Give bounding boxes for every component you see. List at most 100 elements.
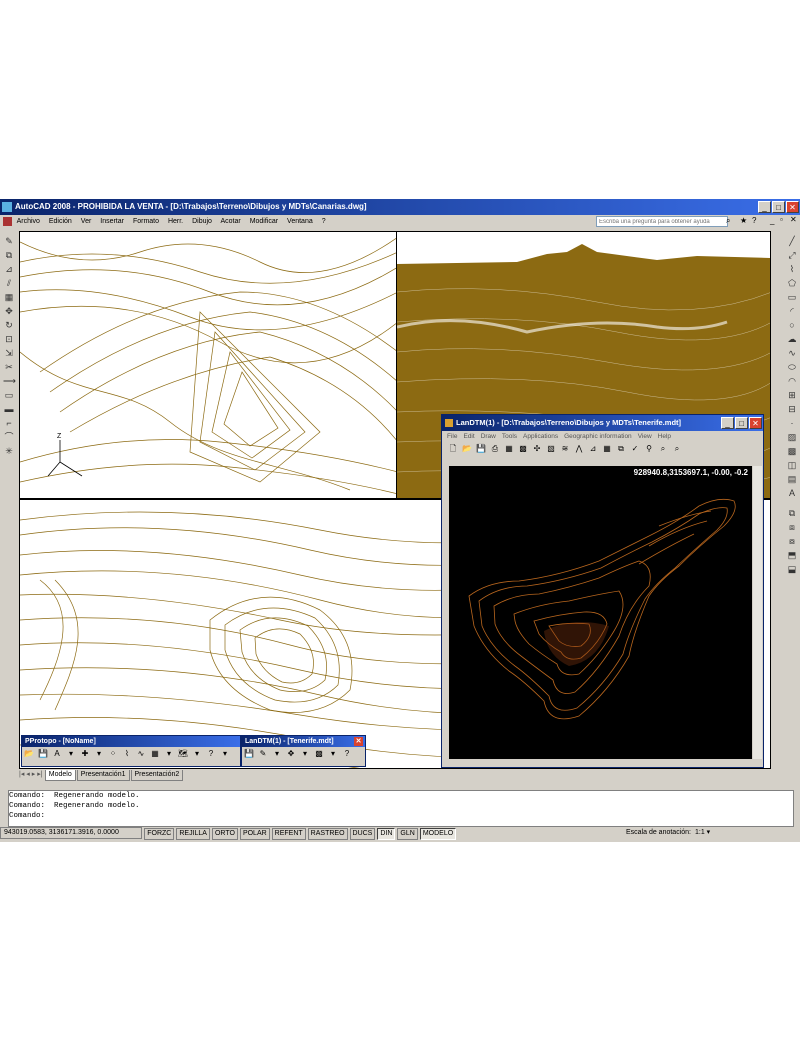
- below-object-icon[interactable]: ⬓: [786, 563, 798, 575]
- annotation-scale-dropdown[interactable]: 1:1 ▾: [695, 827, 710, 839]
- menu-acotar[interactable]: Acotar: [221, 218, 241, 225]
- menu-help[interactable]: ?: [322, 218, 326, 225]
- move-point-icon[interactable]: ✥: [285, 748, 297, 759]
- landtm-close-button[interactable]: ✕: [749, 417, 762, 429]
- dropdown-arrow-icon[interactable]: ▾: [299, 748, 311, 759]
- landtm-scrollbar[interactable]: [753, 466, 762, 759]
- menu-edicion[interactable]: Edición: [49, 218, 72, 225]
- mesh-icon[interactable]: ▧: [545, 443, 557, 454]
- landtm-menu-help[interactable]: Help: [658, 433, 671, 440]
- gradient-icon[interactable]: ▩: [786, 445, 798, 457]
- help-icon[interactable]: ?: [341, 748, 353, 759]
- help-icon[interactable]: ?: [752, 216, 756, 225]
- contour-icon[interactable]: ≋: [559, 443, 571, 454]
- region-icon[interactable]: ◫: [786, 459, 798, 471]
- landtm-mini-close-button[interactable]: ✕: [354, 737, 363, 746]
- scale-icon[interactable]: ⊡: [3, 333, 15, 345]
- tab-first-icon[interactable]: |◂ ◂ ▸ ▸|: [19, 771, 43, 778]
- polygon-icon[interactable]: ⬠: [786, 277, 798, 289]
- landtm-mini-title-bar[interactable]: LanDTM(1) - [Tenerife.mdt] ✕: [242, 736, 365, 747]
- send-back-icon[interactable]: ⧇: [786, 535, 798, 547]
- landtm-menu-draw[interactable]: Draw: [481, 433, 496, 440]
- menu-insertar[interactable]: Insertar: [100, 218, 124, 225]
- lwt-toggle[interactable]: GLN: [397, 828, 418, 841]
- above-object-icon[interactable]: ⬒: [786, 549, 798, 561]
- grid-view-icon[interactable]: ▦: [503, 443, 515, 454]
- check-icon[interactable]: ✓: [629, 443, 641, 454]
- table-icon[interactable]: ▤: [786, 473, 798, 485]
- point-add-icon[interactable]: ✚: [79, 748, 91, 759]
- maximize-button[interactable]: □: [772, 201, 785, 213]
- menu-herr[interactable]: Herr.: [168, 218, 183, 225]
- dropdown-arrow-icon[interactable]: ▾: [65, 748, 77, 759]
- polyline-icon[interactable]: ⌇: [786, 263, 798, 275]
- move-icon[interactable]: ✥: [3, 305, 15, 317]
- pencil-icon[interactable]: ✎: [257, 748, 269, 759]
- coordinate-readout[interactable]: 943019.0583, 3136171.3916, 0.0000: [0, 827, 142, 839]
- rotate-icon[interactable]: ↻: [3, 319, 15, 331]
- break-icon[interactable]: ▭: [3, 389, 15, 401]
- close-button[interactable]: ✕: [786, 201, 799, 213]
- menu-formato[interactable]: Formato: [133, 218, 159, 225]
- profile-icon[interactable]: ⋀: [573, 443, 585, 454]
- raster-icon[interactable]: ▦: [601, 443, 613, 454]
- arc-icon[interactable]: ◜: [786, 305, 798, 317]
- landtm-menu-geographic-information[interactable]: Geographic information: [564, 433, 632, 440]
- viewport-plan-top[interactable]: Z: [19, 231, 397, 499]
- save-icon[interactable]: 💾: [475, 443, 487, 454]
- offset-icon[interactable]: ⫽: [3, 277, 15, 289]
- dropdown-arrow-icon[interactable]: ▾: [163, 748, 175, 759]
- model-toggle[interactable]: MODELO: [419, 828, 457, 841]
- line-icon[interactable]: ╱: [786, 235, 798, 247]
- revcloud-icon[interactable]: ☁: [786, 333, 798, 345]
- section-icon[interactable]: ⊿: [587, 443, 599, 454]
- point-icon[interactable]: ·: [786, 417, 798, 429]
- dropdown-arrow-icon[interactable]: ▾: [93, 748, 105, 759]
- trim-icon[interactable]: ✂: [3, 361, 15, 373]
- snap-toggle[interactable]: FORZC: [144, 828, 175, 841]
- ellipse-arc-icon[interactable]: ◠: [786, 375, 798, 387]
- pprotopo-title-bar[interactable]: PProtopo - [NoName]: [22, 736, 240, 747]
- help-search-input[interactable]: [596, 216, 728, 227]
- help-icon[interactable]: ?: [205, 748, 217, 759]
- ortho-toggle[interactable]: ORTO: [211, 828, 238, 841]
- map-icon[interactable]: 🗺: [177, 748, 189, 759]
- array-icon[interactable]: ▦: [3, 291, 15, 303]
- doc-restore-button[interactable]: ▫: [780, 215, 783, 224]
- tab-modelo[interactable]: Modelo: [44, 770, 76, 781]
- landtm-maximize-button[interactable]: □: [735, 417, 748, 429]
- open-icon[interactable]: 📂: [23, 748, 35, 759]
- zoom-window-icon[interactable]: ⌕: [671, 443, 683, 454]
- tab-presentacion2[interactable]: Presentación2: [130, 770, 184, 781]
- menu-archivo[interactable]: Archivo: [17, 218, 40, 225]
- bring-front-icon[interactable]: ⧈: [786, 521, 798, 533]
- copy-icon[interactable]: ⧉: [3, 249, 15, 261]
- dropdown-arrow-icon[interactable]: ▾: [271, 748, 283, 759]
- extend-icon[interactable]: ⟶: [3, 375, 16, 387]
- menu-dibujo[interactable]: Dibujo: [192, 218, 212, 225]
- open-folder-icon[interactable]: 📂: [461, 443, 473, 454]
- dropdown-arrow-icon[interactable]: ▾: [219, 748, 231, 759]
- network-icon[interactable]: ✣: [531, 443, 543, 454]
- chamfer-icon[interactable]: ⌐: [3, 417, 15, 429]
- xline-icon[interactable]: ⤢: [786, 249, 798, 261]
- make-block-icon[interactable]: ⊟: [786, 403, 798, 415]
- break-line-icon[interactable]: ⌇: [121, 748, 133, 759]
- dropdown-arrow-icon[interactable]: ▾: [191, 748, 203, 759]
- doc-minimize-button[interactable]: _: [770, 216, 774, 225]
- command-prompt[interactable]: Comando:: [9, 811, 793, 821]
- spline-icon[interactable]: ∿: [786, 347, 798, 359]
- ellipse-icon[interactable]: ⬭: [786, 361, 798, 373]
- rectangle-icon[interactable]: ▭: [786, 291, 798, 303]
- landtm-menu-applications[interactable]: Applications: [523, 433, 558, 440]
- otrack-toggle[interactable]: RASTREO: [307, 828, 348, 841]
- stretch-icon[interactable]: ⇲: [3, 347, 15, 359]
- surface-icon[interactable]: ▩: [517, 443, 529, 454]
- menu-ventana[interactable]: Ventana: [287, 218, 313, 225]
- circle-icon[interactable]: ○: [786, 319, 798, 331]
- dropdown-arrow-icon[interactable]: ▾: [327, 748, 339, 759]
- dyn-toggle[interactable]: DIN: [377, 828, 396, 841]
- star-icon[interactable]: ★: [740, 216, 747, 225]
- print-icon[interactable]: ⎙: [489, 443, 501, 454]
- mirror-icon[interactable]: ⊿: [3, 263, 15, 275]
